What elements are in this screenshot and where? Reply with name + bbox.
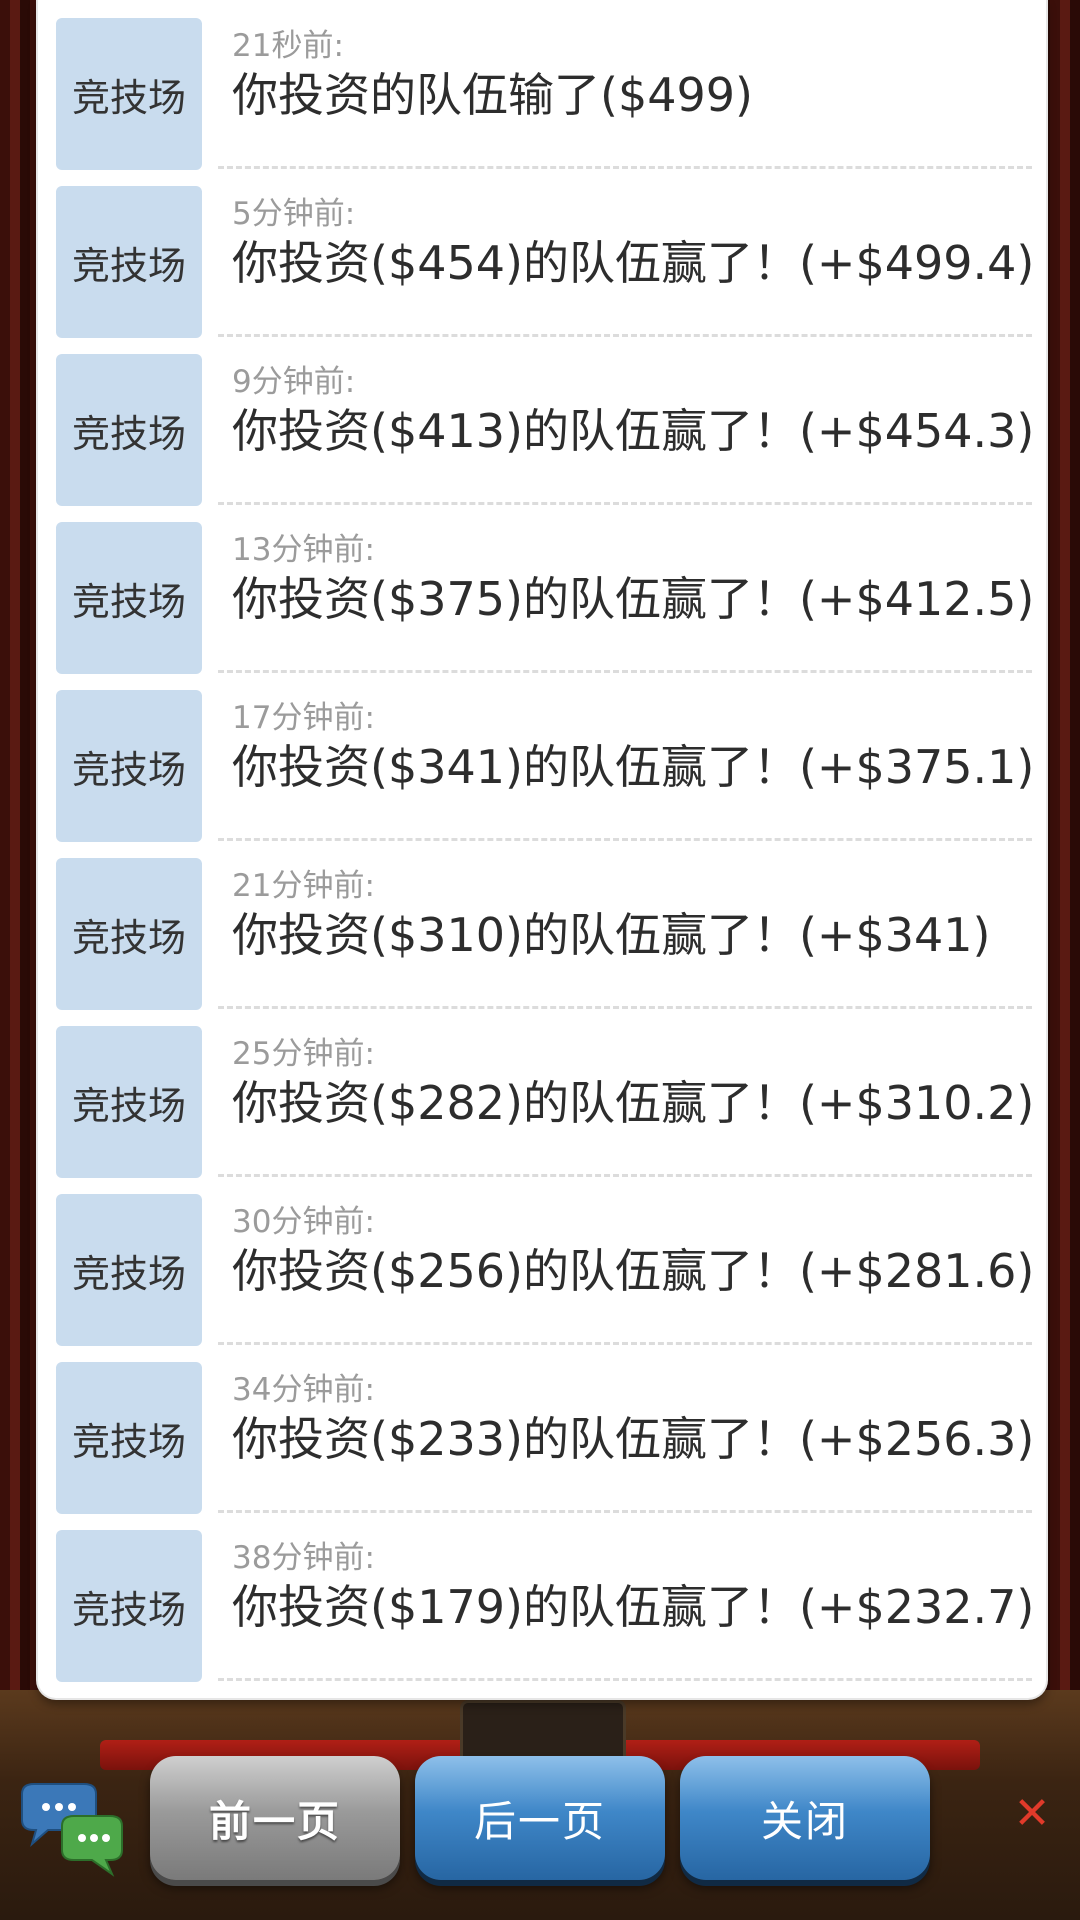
close-x-icon[interactable]: ✕ xyxy=(1010,1792,1054,1836)
record-message: 你投资($413)的队伍赢了！(+$454.3) xyxy=(232,404,1035,458)
arena-tag: 竞技场 xyxy=(56,522,202,674)
arena-tag: 竞技场 xyxy=(56,186,202,338)
list-item: 竞技场 13分钟前: 你投资($375)的队伍赢了！(+$412.5) xyxy=(38,504,1046,674)
list-item: 竞技场 17分钟前: 你投资($341)的队伍赢了！(+$375.1) xyxy=(38,672,1046,842)
timestamp: 17分钟前: xyxy=(232,700,375,736)
timestamp: 21分钟前: xyxy=(232,868,375,904)
list-item: 竞技场 34分钟前: 你投资($233)的队伍赢了！(+$256.3) xyxy=(38,1344,1046,1514)
record-message: 你投资($341)的队伍赢了！(+$375.1) xyxy=(232,740,1035,794)
arena-tag: 竞技场 xyxy=(56,1026,202,1178)
record-message: 你投资($454)的队伍赢了！(+$499.4) xyxy=(232,236,1035,290)
list-item: 竞技场 9分钟前: 你投资($413)的队伍赢了！(+$454.3) xyxy=(38,336,1046,506)
timestamp: 34分钟前: xyxy=(232,1372,375,1408)
arena-tag: 竞技场 xyxy=(56,18,202,170)
arena-tag: 竞技场 xyxy=(56,858,202,1010)
timestamp: 38分钟前: xyxy=(232,1540,375,1576)
record-message: 你投资的队伍输了($499) xyxy=(232,68,753,122)
record-message: 你投资($256)的队伍赢了！(+$281.6) xyxy=(232,1244,1035,1298)
list-item: 竞技场 21分钟前: 你投资($310)的队伍赢了！(+$341) xyxy=(38,840,1046,1010)
arena-tag: 竞技场 xyxy=(56,1194,202,1346)
close-button[interactable]: 关闭 xyxy=(680,1756,930,1880)
list-item: 竞技场 25分钟前: 你投资($282)的队伍赢了！(+$310.2) xyxy=(38,1008,1046,1178)
arena-tag: 竞技场 xyxy=(56,1530,202,1682)
timestamp: 25分钟前: xyxy=(232,1036,375,1072)
arena-tag: 竞技场 xyxy=(56,1362,202,1514)
chat-bubbles-icon[interactable] xyxy=(14,1780,124,1880)
list-item: 竞技场 38分钟前: 你投资($179)的队伍赢了！(+$232.7) xyxy=(38,1512,1046,1682)
dashed-divider xyxy=(218,1678,1032,1681)
timestamp: 9分钟前: xyxy=(232,364,356,400)
record-message: 你投资($282)的队伍赢了！(+$310.2) xyxy=(232,1076,1035,1130)
record-message: 你投资($233)的队伍赢了！(+$256.3) xyxy=(232,1412,1035,1466)
arena-tag: 竞技场 xyxy=(56,690,202,842)
record-message: 你投资($310)的队伍赢了！(+$341) xyxy=(232,908,991,962)
timestamp: 21秒前: xyxy=(232,28,344,64)
timestamp: 30分钟前: xyxy=(232,1204,375,1240)
record-message: 你投资($375)的队伍赢了！(+$412.5) xyxy=(232,572,1035,626)
list-item: 竞技场 5分钟前: 你投资($454)的队伍赢了！(+$499.4) xyxy=(38,168,1046,338)
list-item: 竞技场 21秒前: 你投资的队伍输了($499) xyxy=(38,0,1046,170)
record-message: 你投资($179)的队伍赢了！(+$232.7) xyxy=(232,1580,1035,1634)
timestamp: 13分钟前: xyxy=(232,532,375,568)
prev-page-button[interactable]: 前一页 xyxy=(150,1756,400,1880)
next-page-button[interactable]: 后一页 xyxy=(415,1756,665,1880)
list-item: 竞技场 30分钟前: 你投资($256)的队伍赢了！(+$281.6) xyxy=(38,1176,1046,1346)
arena-tag: 竞技场 xyxy=(56,354,202,506)
history-dialog: 竞技场 21秒前: 你投资的队伍输了($499) 竞技场 5分钟前: 你投资($… xyxy=(38,0,1046,1698)
timestamp: 5分钟前: xyxy=(232,196,356,232)
